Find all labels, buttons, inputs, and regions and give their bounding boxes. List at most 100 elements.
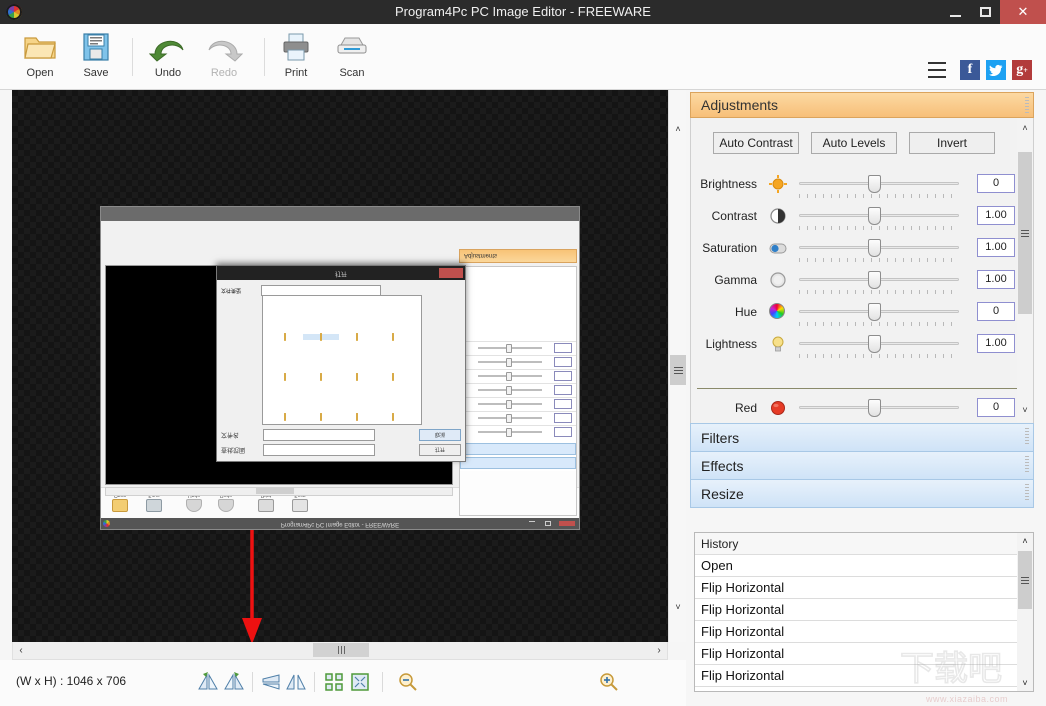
adjustments-scroll-down-icon[interactable]: ˅ xyxy=(1017,402,1033,418)
saturation-thumb[interactable] xyxy=(868,239,881,257)
list-item[interactable]: Flip Horizontal xyxy=(695,599,1033,621)
scroll-right-icon[interactable]: › xyxy=(651,642,667,658)
filters-section[interactable]: Filters xyxy=(690,423,1034,452)
list-item[interactable]: Open xyxy=(695,555,1033,577)
gamma-value[interactable]: 1.00 xyxy=(977,270,1015,289)
printer-icon xyxy=(281,28,311,66)
floppy-disk-icon xyxy=(82,28,110,66)
undo-arrow-icon xyxy=(149,28,187,66)
lightness-thumb[interactable] xyxy=(868,335,881,353)
brightness-value[interactable]: 0 xyxy=(977,174,1015,193)
saturation-value[interactable]: 1.00 xyxy=(977,238,1015,257)
list-item[interactable]: Flip Horizontal xyxy=(695,621,1033,643)
history-scroll-down-icon[interactable]: ˅ xyxy=(1017,675,1033,691)
scroll-down-icon[interactable]: ˅ xyxy=(669,598,687,616)
brightness-slider-row: Brightness 0 xyxy=(691,172,1021,204)
undo-button[interactable]: Undo xyxy=(140,28,196,86)
hue-thumb[interactable] xyxy=(868,303,881,321)
facebook-icon[interactable]: f xyxy=(960,60,980,80)
brightness-thumb[interactable] xyxy=(868,175,881,193)
auto-levels-button[interactable]: Auto Levels xyxy=(811,132,897,154)
vertical-scroll-thumb[interactable] xyxy=(670,355,686,385)
resize-grip-icon xyxy=(1025,484,1029,502)
contrast-thumb[interactable] xyxy=(868,207,881,225)
adjustments-title: Adjustments xyxy=(701,97,779,113)
lightness-label: Lightness xyxy=(705,337,757,351)
flip-horizontal-icon[interactable] xyxy=(284,670,308,694)
adjustments-header[interactable]: Adjustments xyxy=(690,92,1034,118)
preview-open-dialog: 查找范围 打开 文件名 取消 文件类型 打开 xyxy=(216,265,466,462)
history-scrollbar[interactable]: ˄ ˅ xyxy=(1017,533,1033,691)
saturation-ticks xyxy=(799,258,959,262)
history-scroll-up-icon[interactable]: ˄ xyxy=(1017,533,1033,549)
undo-label: Undo xyxy=(154,67,182,79)
resize-section[interactable]: Resize xyxy=(690,479,1034,508)
fit-grid-icon[interactable] xyxy=(322,670,346,694)
zoom-out-icon[interactable] xyxy=(396,670,420,694)
save-button[interactable]: Save xyxy=(68,28,124,86)
rotate-right-icon[interactable] xyxy=(222,670,246,694)
scroll-left-icon[interactable]: ‹ xyxy=(13,642,29,658)
adjustments-body: Auto Contrast Auto Levels Invert Brightn… xyxy=(690,118,1034,424)
horizontal-scroll-thumb[interactable] xyxy=(313,643,369,657)
canvas-vertical-scrollbar[interactable]: ˄ ˅ xyxy=(668,90,686,642)
flip-vertical-icon[interactable] xyxy=(260,670,284,694)
actual-size-icon[interactable] xyxy=(348,670,372,694)
auto-contrast-button[interactable]: Auto Contrast xyxy=(713,132,799,154)
maximize-button[interactable] xyxy=(970,0,1000,24)
list-item[interactable]: Flip Horizontal xyxy=(695,643,1033,665)
effects-title: Effects xyxy=(701,457,744,474)
red-thumb[interactable] xyxy=(868,399,881,417)
adjustments-scroll-up-icon[interactable]: ˄ xyxy=(1017,120,1033,136)
saturation-toggle-icon xyxy=(769,239,787,257)
print-button[interactable]: Print xyxy=(268,28,324,86)
saturation-slider-row: Saturation 1.00 xyxy=(691,236,1021,268)
application-window: Program4Pc PC Image Editor - FREEWARE ✕ … xyxy=(0,0,1046,706)
open-folder-icon xyxy=(23,28,57,66)
effects-grip-icon xyxy=(1025,456,1029,474)
auto-buttons-row: Auto Contrast Auto Levels Invert xyxy=(713,132,995,154)
red-dot-icon xyxy=(769,399,787,417)
scan-button[interactable]: Scan xyxy=(324,28,380,86)
contrast-value[interactable]: 1.00 xyxy=(977,206,1015,225)
open-label: Open xyxy=(26,67,54,79)
open-button[interactable]: Open xyxy=(12,28,68,86)
red-value[interactable]: 0 xyxy=(977,398,1015,417)
adjustments-scrollbar[interactable]: ˄ ˅ xyxy=(1017,118,1033,422)
redo-button[interactable]: Redo xyxy=(196,28,252,86)
hue-value[interactable]: 0 xyxy=(977,302,1015,321)
rotate-left-icon[interactable] xyxy=(196,670,220,694)
image-canvas[interactable]: Program4Pc PC Image Editor - FREEWARE Op… xyxy=(12,90,668,642)
lightness-ticks xyxy=(799,354,959,358)
list-item[interactable]: Flip Horizontal xyxy=(695,577,1033,599)
contrast-slider-row: Contrast 1.00 xyxy=(691,204,1021,236)
zoom-in-icon[interactable] xyxy=(597,670,621,694)
history-scroll-thumb[interactable] xyxy=(1018,551,1032,609)
canvas-horizontal-scrollbar[interactable]: ‹ › xyxy=(12,642,668,660)
gamma-thumb[interactable] xyxy=(868,271,881,289)
main-toolbar: Open Save Undo Redo Print Scan f g + xyxy=(0,24,1046,90)
toolbar-divider-2 xyxy=(264,38,265,76)
list-item[interactable]: Flip Horizontal xyxy=(695,665,1033,687)
watermark-url: www.xiazaiba.com xyxy=(925,694,1009,704)
invert-button[interactable]: Invert xyxy=(909,132,995,154)
status-divider-2 xyxy=(314,672,315,692)
color-wheel-icon xyxy=(769,303,787,321)
list-menu-icon[interactable] xyxy=(928,62,946,78)
scroll-up-icon[interactable]: ˄ xyxy=(669,120,687,138)
flipped-image-preview: Program4Pc PC Image Editor - FREEWARE Op… xyxy=(100,206,580,530)
window-title: Program4Pc PC Image Editor - FREEWARE xyxy=(395,4,651,19)
preview-statusbar xyxy=(101,207,579,221)
print-label: Print xyxy=(284,67,308,79)
minimize-button[interactable] xyxy=(940,0,970,24)
lightness-value[interactable]: 1.00 xyxy=(977,334,1015,353)
twitter-icon[interactable] xyxy=(986,60,1006,80)
googleplus-icon[interactable]: g + xyxy=(1012,60,1032,80)
history-panel: History Open Flip Horizontal Flip Horizo… xyxy=(694,532,1034,692)
close-button[interactable]: ✕ xyxy=(1000,0,1046,24)
effects-section[interactable]: Effects xyxy=(690,451,1034,480)
adjustments-scroll-thumb[interactable] xyxy=(1018,152,1032,314)
save-label: Save xyxy=(83,67,109,79)
gamma-ticks xyxy=(799,290,959,294)
status-divider-1 xyxy=(252,672,253,692)
